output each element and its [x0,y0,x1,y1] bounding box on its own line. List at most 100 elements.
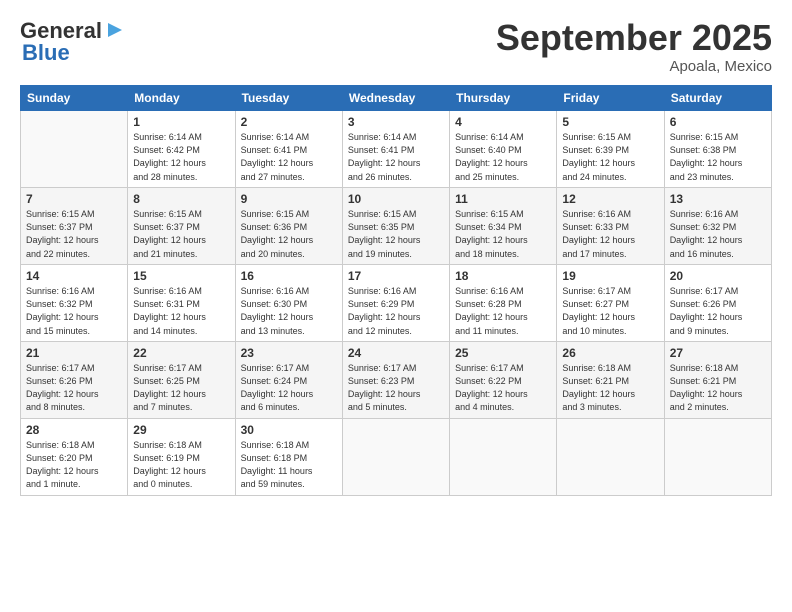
calendar-cell: 26Sunrise: 6:18 AM Sunset: 6:21 PM Dayli… [557,341,664,418]
calendar-week-row: 21Sunrise: 6:17 AM Sunset: 6:26 PM Dayli… [21,341,772,418]
day-info: Sunrise: 6:15 AM Sunset: 6:37 PM Dayligh… [133,208,229,260]
calendar-cell: 16Sunrise: 6:16 AM Sunset: 6:30 PM Dayli… [235,264,342,341]
day-number: 3 [348,114,444,131]
day-info: Sunrise: 6:16 AM Sunset: 6:32 PM Dayligh… [26,285,122,337]
calendar-cell: 17Sunrise: 6:16 AM Sunset: 6:29 PM Dayli… [342,264,449,341]
day-number: 18 [455,268,551,285]
calendar-week-row: 1Sunrise: 6:14 AM Sunset: 6:42 PM Daylig… [21,110,772,187]
day-number: 13 [670,191,766,208]
day-info: Sunrise: 6:16 AM Sunset: 6:33 PM Dayligh… [562,208,658,260]
day-number: 24 [348,345,444,362]
day-number: 1 [133,114,229,131]
day-number: 19 [562,268,658,285]
day-info: Sunrise: 6:16 AM Sunset: 6:30 PM Dayligh… [241,285,337,337]
calendar-cell: 19Sunrise: 6:17 AM Sunset: 6:27 PM Dayli… [557,264,664,341]
day-info: Sunrise: 6:16 AM Sunset: 6:28 PM Dayligh… [455,285,551,337]
calendar-cell: 12Sunrise: 6:16 AM Sunset: 6:33 PM Dayli… [557,187,664,264]
header: General Blue September 2025 Apoala, Mexi… [20,18,772,75]
calendar-body: 1Sunrise: 6:14 AM Sunset: 6:42 PM Daylig… [21,110,772,495]
calendar-cell [557,418,664,495]
calendar-cell: 7Sunrise: 6:15 AM Sunset: 6:37 PM Daylig… [21,187,128,264]
day-info: Sunrise: 6:15 AM Sunset: 6:34 PM Dayligh… [455,208,551,260]
calendar-cell [450,418,557,495]
day-number: 17 [348,268,444,285]
location-title: Apoala, Mexico [496,58,772,75]
col-header-thursday: Thursday [450,85,557,110]
day-number: 2 [241,114,337,131]
day-info: Sunrise: 6:15 AM Sunset: 6:35 PM Dayligh… [348,208,444,260]
calendar-cell: 30Sunrise: 6:18 AM Sunset: 6:18 PM Dayli… [235,418,342,495]
day-number: 6 [670,114,766,131]
calendar-cell [21,110,128,187]
calendar-cell: 11Sunrise: 6:15 AM Sunset: 6:34 PM Dayli… [450,187,557,264]
calendar-cell: 6Sunrise: 6:15 AM Sunset: 6:38 PM Daylig… [664,110,771,187]
day-number: 20 [670,268,766,285]
day-number: 16 [241,268,337,285]
day-info: Sunrise: 6:14 AM Sunset: 6:42 PM Dayligh… [133,131,229,183]
day-info: Sunrise: 6:17 AM Sunset: 6:26 PM Dayligh… [670,285,766,337]
day-info: Sunrise: 6:17 AM Sunset: 6:22 PM Dayligh… [455,362,551,414]
calendar-cell: 21Sunrise: 6:17 AM Sunset: 6:26 PM Dayli… [21,341,128,418]
col-header-wednesday: Wednesday [342,85,449,110]
month-title: September 2025 [496,18,772,58]
calendar-cell: 15Sunrise: 6:16 AM Sunset: 6:31 PM Dayli… [128,264,235,341]
calendar-cell: 4Sunrise: 6:14 AM Sunset: 6:40 PM Daylig… [450,110,557,187]
col-header-friday: Friday [557,85,664,110]
day-number: 22 [133,345,229,362]
day-info: Sunrise: 6:15 AM Sunset: 6:39 PM Dayligh… [562,131,658,183]
day-info: Sunrise: 6:15 AM Sunset: 6:37 PM Dayligh… [26,208,122,260]
calendar-cell: 18Sunrise: 6:16 AM Sunset: 6:28 PM Dayli… [450,264,557,341]
calendar-cell: 23Sunrise: 6:17 AM Sunset: 6:24 PM Dayli… [235,341,342,418]
calendar-week-row: 28Sunrise: 6:18 AM Sunset: 6:20 PM Dayli… [21,418,772,495]
day-info: Sunrise: 6:15 AM Sunset: 6:36 PM Dayligh… [241,208,337,260]
calendar-week-row: 14Sunrise: 6:16 AM Sunset: 6:32 PM Dayli… [21,264,772,341]
day-number: 23 [241,345,337,362]
day-number: 27 [670,345,766,362]
day-number: 12 [562,191,658,208]
logo-blue: Blue [20,40,70,66]
day-info: Sunrise: 6:17 AM Sunset: 6:27 PM Dayligh… [562,285,658,337]
day-info: Sunrise: 6:18 AM Sunset: 6:21 PM Dayligh… [670,362,766,414]
day-number: 10 [348,191,444,208]
calendar-cell: 9Sunrise: 6:15 AM Sunset: 6:36 PM Daylig… [235,187,342,264]
day-number: 25 [455,345,551,362]
calendar-table: SundayMondayTuesdayWednesdayThursdayFrid… [20,85,772,496]
day-number: 9 [241,191,337,208]
col-header-saturday: Saturday [664,85,771,110]
calendar-cell: 2Sunrise: 6:14 AM Sunset: 6:41 PM Daylig… [235,110,342,187]
day-number: 4 [455,114,551,131]
calendar-cell: 25Sunrise: 6:17 AM Sunset: 6:22 PM Dayli… [450,341,557,418]
day-info: Sunrise: 6:18 AM Sunset: 6:20 PM Dayligh… [26,439,122,491]
calendar-cell: 5Sunrise: 6:15 AM Sunset: 6:39 PM Daylig… [557,110,664,187]
calendar-cell: 13Sunrise: 6:16 AM Sunset: 6:32 PM Dayli… [664,187,771,264]
calendar-cell: 3Sunrise: 6:14 AM Sunset: 6:41 PM Daylig… [342,110,449,187]
day-number: 26 [562,345,658,362]
calendar-cell: 20Sunrise: 6:17 AM Sunset: 6:26 PM Dayli… [664,264,771,341]
calendar-cell: 10Sunrise: 6:15 AM Sunset: 6:35 PM Dayli… [342,187,449,264]
day-info: Sunrise: 6:17 AM Sunset: 6:24 PM Dayligh… [241,362,337,414]
day-number: 21 [26,345,122,362]
day-info: Sunrise: 6:17 AM Sunset: 6:25 PM Dayligh… [133,362,229,414]
calendar-cell [342,418,449,495]
day-number: 30 [241,422,337,439]
title-block: September 2025 Apoala, Mexico [496,18,772,75]
day-info: Sunrise: 6:14 AM Sunset: 6:41 PM Dayligh… [348,131,444,183]
calendar-cell: 24Sunrise: 6:17 AM Sunset: 6:23 PM Dayli… [342,341,449,418]
col-header-sunday: Sunday [21,85,128,110]
logo: General Blue [20,18,126,66]
col-header-monday: Monday [128,85,235,110]
calendar-week-row: 7Sunrise: 6:15 AM Sunset: 6:37 PM Daylig… [21,187,772,264]
col-header-tuesday: Tuesday [235,85,342,110]
day-number: 14 [26,268,122,285]
calendar-cell: 14Sunrise: 6:16 AM Sunset: 6:32 PM Dayli… [21,264,128,341]
calendar-cell: 1Sunrise: 6:14 AM Sunset: 6:42 PM Daylig… [128,110,235,187]
calendar-cell: 28Sunrise: 6:18 AM Sunset: 6:20 PM Dayli… [21,418,128,495]
page: General Blue September 2025 Apoala, Mexi… [0,0,792,612]
day-number: 28 [26,422,122,439]
day-number: 11 [455,191,551,208]
logo-icon [104,19,126,41]
day-info: Sunrise: 6:17 AM Sunset: 6:26 PM Dayligh… [26,362,122,414]
day-info: Sunrise: 6:14 AM Sunset: 6:40 PM Dayligh… [455,131,551,183]
calendar-cell: 8Sunrise: 6:15 AM Sunset: 6:37 PM Daylig… [128,187,235,264]
calendar-header-row: SundayMondayTuesdayWednesdayThursdayFrid… [21,85,772,110]
